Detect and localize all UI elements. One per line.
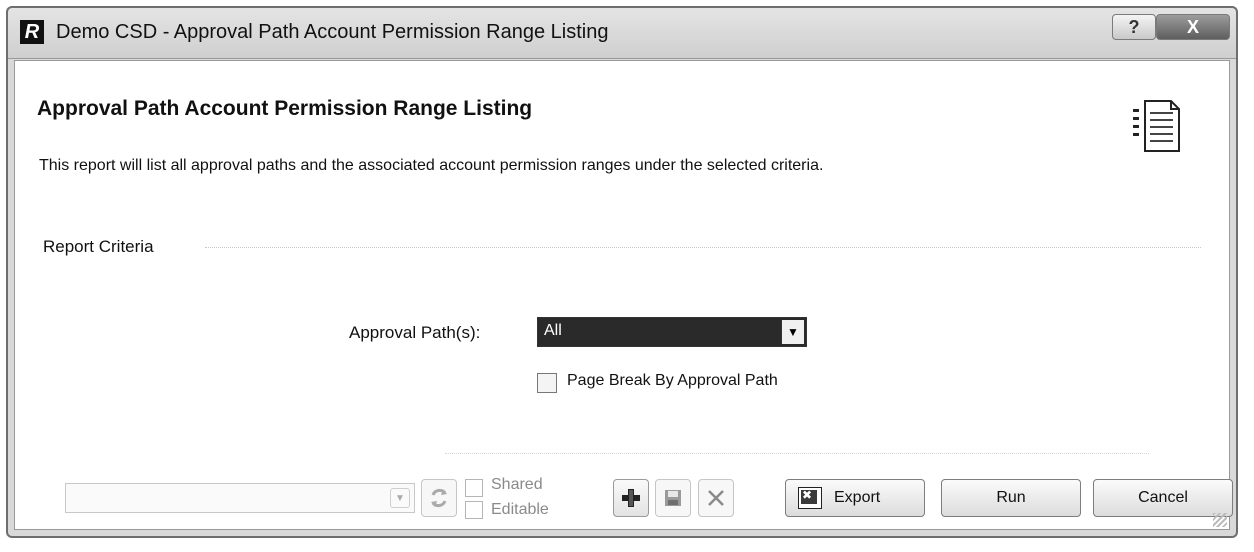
saved-layout-select: ▼: [65, 483, 415, 513]
save-layout-button: [655, 479, 691, 517]
delete-layout-button: [698, 479, 734, 517]
resize-grip[interactable]: [1213, 513, 1227, 527]
chevron-down-icon[interactable]: ▼: [781, 320, 804, 344]
report-description: This report will list all approval paths…: [39, 157, 824, 174]
app-logo-icon: R: [20, 20, 44, 44]
shared-label: Shared: [491, 476, 543, 493]
refresh-button: [421, 479, 457, 517]
plus-icon: [622, 489, 640, 507]
report-title: Approval Path Account Permission Range L…: [37, 97, 533, 120]
delete-icon: [708, 490, 724, 506]
export-button[interactable]: Export: [785, 479, 925, 517]
save-icon: [665, 490, 681, 506]
add-layout-button[interactable]: [613, 479, 649, 517]
refresh-icon: [431, 488, 447, 508]
page-break-label[interactable]: Page Break By Approval Path: [567, 372, 778, 390]
approval-path-label: Approval Path(s):: [349, 323, 481, 342]
run-button[interactable]: Run: [941, 479, 1081, 517]
report-criteria-heading: Report Criteria: [43, 237, 154, 256]
chevron-down-icon: ▼: [390, 488, 410, 508]
window-title: Demo CSD - Approval Path Account Permiss…: [56, 21, 609, 43]
page-break-checkbox[interactable]: [537, 373, 557, 393]
export-label: Export: [834, 489, 881, 506]
report-document-icon: [1133, 100, 1180, 152]
approval-path-select[interactable]: All ▼: [537, 317, 807, 347]
approval-path-value: All: [544, 322, 562, 339]
report-panel: Approval Path Account Permission Range L…: [14, 60, 1233, 530]
criteria-divider: [205, 247, 1201, 248]
editable-label: Editable: [491, 501, 549, 518]
report-window: R Demo CSD - Approval Path Account Permi…: [6, 6, 1238, 538]
help-button[interactable]: ?: [1112, 14, 1156, 40]
cancel-button[interactable]: Cancel: [1093, 479, 1233, 517]
editable-checkbox: [465, 501, 483, 519]
close-button[interactable]: X: [1156, 14, 1230, 40]
title-bar[interactable]: R Demo CSD - Approval Path Account Permi…: [8, 8, 1236, 59]
shared-checkbox: [465, 479, 483, 497]
footer-divider: [445, 453, 1149, 454]
excel-icon: [798, 487, 822, 509]
